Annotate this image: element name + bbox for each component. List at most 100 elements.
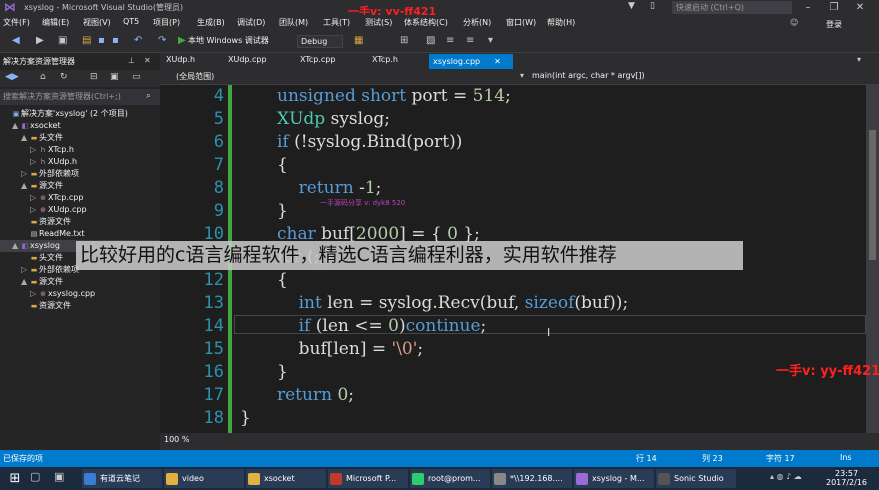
code-line[interactable]: }: [277, 200, 288, 223]
menu-item-2[interactable]: 视图(V): [83, 17, 111, 28]
expand-arrow-icon[interactable]: ▷: [30, 204, 38, 216]
tree-node[interactable]: ▷ h XUdp.h: [0, 156, 160, 168]
tab-2[interactable]: XTcp.cpp: [300, 55, 335, 64]
zoom-level[interactable]: 100 %: [160, 433, 866, 447]
find-in-files-icon[interactable]: ▦: [354, 35, 363, 46]
tab-close-icon[interactable]: ✕: [494, 57, 501, 66]
collapse-all-icon[interactable]: ⊟: [90, 72, 98, 82]
comment-icon[interactable]: ≡: [446, 35, 454, 46]
menu-item-4[interactable]: 项目(P): [153, 17, 180, 28]
member-dropdown[interactable]: main(int argc, char * argv[]): [532, 71, 645, 80]
code-line[interactable]: return -1;: [277, 177, 382, 200]
code-line[interactable]: if (!syslog.Bind(port)): [277, 131, 462, 154]
code-line[interactable]: }: [277, 361, 288, 384]
panel-close-icon[interactable]: ✕: [144, 56, 151, 65]
expand-arrow-icon[interactable]: ▲: [21, 132, 29, 144]
forward-icon[interactable]: ▶: [36, 35, 44, 46]
quick-launch-input[interactable]: 快速启动 (Ctrl+Q): [672, 1, 792, 14]
task-view-icon[interactable]: ▢: [30, 470, 40, 483]
refresh-icon[interactable]: ↻: [60, 72, 68, 82]
expand-arrow-icon[interactable]: ▲: [21, 276, 29, 288]
tree-node[interactable]: ▬ 资源文件: [0, 300, 160, 312]
new-project-icon[interactable]: ▣: [58, 35, 67, 46]
tab-overflow-icon[interactable]: ▾: [857, 55, 861, 64]
menu-item-10[interactable]: 体系结构(C): [404, 17, 448, 28]
back-icon[interactable]: ◀: [12, 35, 20, 46]
taskbar-item[interactable]: 有道云笔记: [82, 469, 162, 488]
pin-icon[interactable]: ⊥: [128, 56, 135, 65]
expand-arrow-icon[interactable]: ▷: [30, 144, 38, 156]
login-link[interactable]: 登录: [826, 19, 842, 30]
code-line[interactable]: {: [277, 269, 288, 292]
minimize-button[interactable]: –: [796, 0, 820, 15]
code-line[interactable]: unsigned short port = 514;: [277, 85, 511, 108]
tab-3[interactable]: XTcp.h: [372, 55, 398, 64]
expand-arrow-icon[interactable]: ▲: [12, 120, 20, 132]
tree-node[interactable]: ▲ ▬ 源文件: [0, 276, 160, 288]
show-all-files-icon[interactable]: ▣: [110, 72, 119, 82]
taskbar-item[interactable]: Sonic Studio: [656, 469, 736, 488]
tray-icons[interactable]: ▴ ◍ ♪ ☁: [770, 472, 802, 481]
taskbar-item[interactable]: *\\192.168....: [492, 469, 572, 488]
code-line[interactable]: buf[len] = '\0';: [277, 338, 424, 361]
code-line[interactable]: }: [240, 407, 251, 430]
menu-item-7[interactable]: 团队(M): [279, 17, 308, 28]
code-line[interactable]: return 0;: [277, 384, 354, 407]
toolbar-tool-icon[interactable]: ⊞: [400, 35, 408, 46]
save-all-icon[interactable]: ▪: [112, 35, 119, 46]
maximize-button[interactable]: ❐: [822, 0, 846, 15]
expand-arrow-icon[interactable]: ▷: [30, 288, 38, 300]
tree-node[interactable]: ▷ ⊕ XUdp.cpp: [0, 204, 160, 216]
taskbar-item[interactable]: xsocket: [246, 469, 326, 488]
solution-search-input[interactable]: 搜索解决方案资源管理器(Ctrl+;): [0, 89, 160, 105]
tree-node[interactable]: ▤ ReadMe.txt: [0, 228, 160, 240]
code-line[interactable]: {: [277, 154, 288, 177]
code-line[interactable]: if (len <= 0)continue;: [277, 315, 487, 338]
expand-arrow-icon[interactable]: ▷: [30, 156, 38, 168]
code-line[interactable]: XUdp syslog;: [277, 108, 390, 131]
solution-configuration-select[interactable]: Debug: [297, 35, 343, 48]
start-debugging-icon[interactable]: ▶: [178, 35, 186, 46]
tab-0[interactable]: XUdp.h: [166, 55, 195, 64]
sync-icon[interactable]: ◀▶: [5, 72, 19, 82]
code-line[interactable]: int len = syslog.Recv(buf, sizeof(buf));: [277, 292, 629, 315]
menu-item-3[interactable]: QT5: [123, 17, 139, 26]
tab-xsyslog-cpp[interactable]: xsyslog.cpp ✕: [429, 54, 513, 69]
redo-icon[interactable]: ↷: [158, 35, 166, 46]
expand-arrow-icon[interactable]: ▲: [21, 180, 29, 192]
taskbar-item[interactable]: root@prom...: [410, 469, 490, 488]
properties-icon[interactable]: ▭: [132, 72, 141, 82]
chat-icon[interactable]: ▣: [54, 470, 64, 483]
menu-item-12[interactable]: 窗口(W): [506, 17, 536, 28]
home-icon[interactable]: ⌂: [40, 72, 46, 82]
toolbar-options-icon[interactable]: ▾: [488, 35, 493, 46]
taskbar-item[interactable]: Microsoft P...: [328, 469, 408, 488]
tree-node[interactable]: ▷ ▬ 外部依赖项: [0, 168, 160, 180]
scrollbar-thumb[interactable]: [869, 130, 876, 260]
tree-node[interactable]: ▷ ⊕ xsyslog.cpp: [0, 288, 160, 300]
feedback-smiley-icon[interactable]: ☺: [790, 18, 798, 27]
save-icon[interactable]: ▪: [98, 35, 105, 46]
tree-node[interactable]: ▬ 资源文件: [0, 216, 160, 228]
expand-arrow-icon[interactable]: ▷: [21, 264, 29, 276]
menu-item-8[interactable]: 工具(T): [323, 17, 350, 28]
system-clock[interactable]: 23:57 2017/2/16: [826, 469, 867, 487]
tree-node[interactable]: ▲ ◧ xsocket: [0, 120, 160, 132]
undo-icon[interactable]: ↶: [134, 35, 142, 46]
notification-flag-icon[interactable]: ▼: [628, 1, 635, 11]
menu-item-1[interactable]: 编辑(E): [42, 17, 69, 28]
search-icon[interactable]: ⌕: [146, 91, 151, 101]
tab-1[interactable]: XUdp.cpp: [228, 55, 267, 64]
taskbar-item[interactable]: xsyslog - M...: [574, 469, 654, 488]
open-folder-icon[interactable]: ▤: [82, 35, 91, 46]
menu-item-13[interactable]: 帮助(H): [547, 17, 575, 28]
tree-node[interactable]: ▷ h XTcp.h: [0, 144, 160, 156]
menu-item-11[interactable]: 分析(N): [463, 17, 491, 28]
tree-node[interactable]: ▲ ▬ 源文件: [0, 180, 160, 192]
start-icon[interactable]: ⊞: [6, 470, 24, 487]
close-button[interactable]: ✕: [848, 0, 872, 15]
menu-item-0[interactable]: 文件(F): [3, 17, 30, 28]
dropdown-arrow-icon[interactable]: ▾: [520, 71, 524, 80]
scope-dropdown[interactable]: (全局范围): [176, 71, 214, 82]
expand-arrow-icon[interactable]: ▷: [21, 168, 29, 180]
